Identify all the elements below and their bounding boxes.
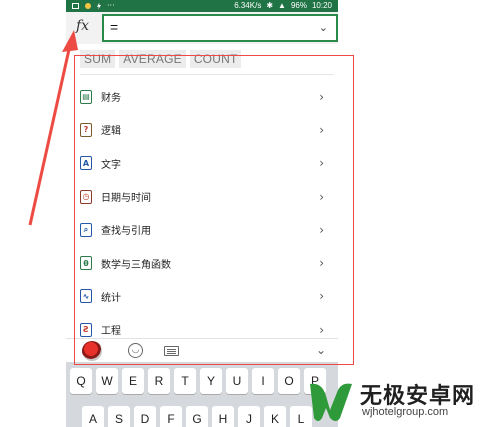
watermark: 无极安卓网 wjhotelgroup.com: [300, 372, 500, 427]
watermark-url: wjhotelgroup.com: [362, 406, 449, 418]
watermark-logo-icon: [310, 383, 352, 421]
annotation-arrow-icon: [28, 30, 78, 226]
